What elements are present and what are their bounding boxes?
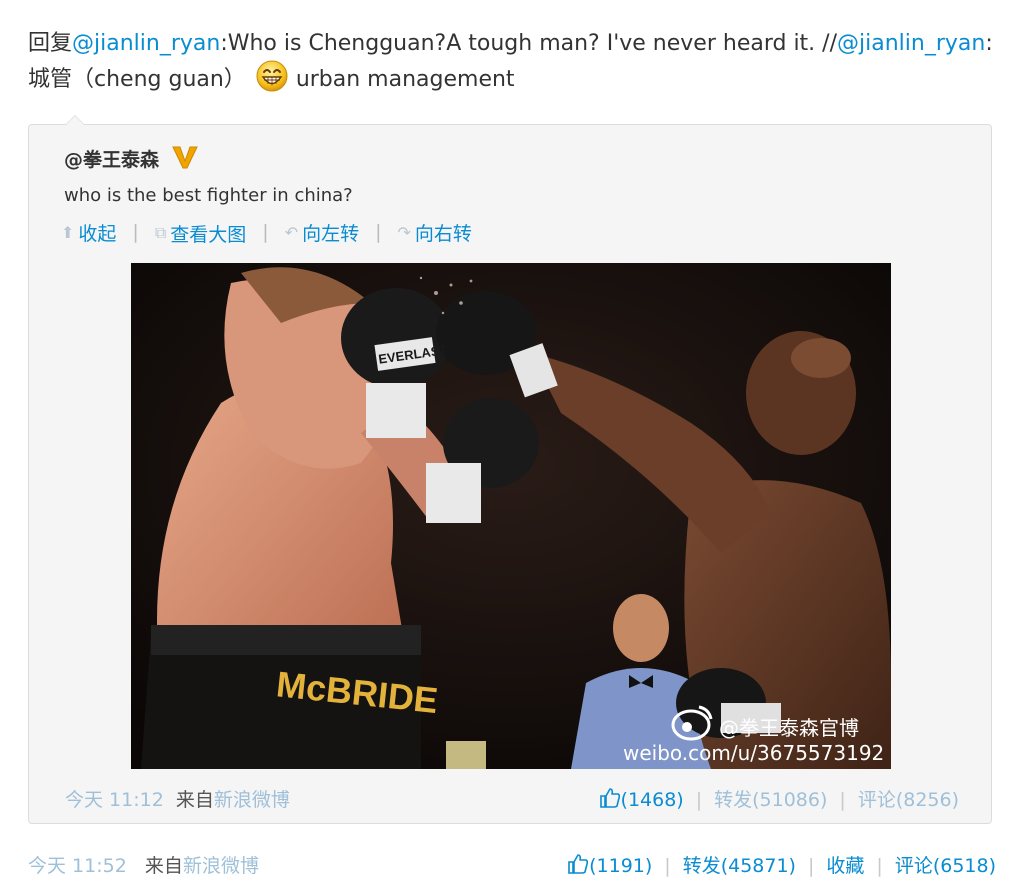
from-label: 来自 — [175, 789, 214, 811]
favorite-link[interactable]: 收藏 — [826, 855, 864, 877]
source-link[interactable]: 新浪微博 — [183, 855, 259, 877]
post-text-line-2: 城管（cheng guan） urban management — [28, 60, 1003, 96]
rotate-left-button[interactable]: ↶ 向左转 — [285, 219, 359, 246]
post-body-text: 城管（cheng guan） — [28, 67, 246, 92]
post-text: 回复@jianlin_ryan:Who is Chengguan?A tough… — [28, 28, 1003, 96]
watermark-name: @拳王泰森官博 — [719, 716, 859, 740]
rotate-right-label: 向右转 — [414, 223, 472, 245]
grinning-face-emoji-icon — [256, 60, 288, 92]
verified-badge-icon[interactable] — [171, 143, 199, 171]
divider: | — [807, 855, 815, 877]
post-body-text: : — [985, 31, 993, 56]
post-body-text: urban management — [295, 67, 515, 92]
divider: | — [876, 855, 883, 877]
comment-link[interactable]: 评论(6518) — [895, 855, 996, 877]
post-timestamp-link[interactable]: 今天 11:52 — [28, 855, 127, 877]
divider: | — [132, 221, 139, 243]
post-image[interactable]: McBRIDE EVERLAST @拳王泰森官博 weibo.com/u/367… — [131, 263, 891, 769]
arrow-up-icon: ⬆ — [61, 223, 75, 242]
source-link[interactable]: 新浪微博 — [214, 789, 290, 811]
quoted-post: @拳王泰森 who is the best fighter in china? … — [28, 115, 992, 824]
collapse-button[interactable]: ⬆ 收起 — [61, 219, 116, 246]
quoted-repost-link[interactable]: 转发(51086) — [714, 789, 827, 811]
rotate-left-label: 向左转 — [302, 223, 360, 245]
post-body-text: :Who is Chengguan?A tough man? I've neve… — [220, 31, 837, 56]
view-large-label: 查看大图 — [170, 223, 247, 246]
rotate-right-icon: ↷ — [397, 223, 411, 242]
post-meta: 今天 11:52 来自新浪微博 — [28, 851, 259, 878]
watermark-url: weibo.com/u/3675573192 — [623, 741, 884, 765]
post-actions: (1191) | 转发(45871) | 收藏 | 评论(6518) — [567, 851, 996, 878]
reply-prefix: 回复 — [28, 31, 73, 56]
post-text-line-1: 回复@jianlin_ryan:Who is Chengguan?A tough… — [28, 28, 1003, 60]
mention-link[interactable]: @jianlin_ryan — [837, 31, 985, 56]
rotate-right-button[interactable]: ↷ 向右转 — [398, 219, 472, 246]
quoted-post-actions: (1468) | 转发(51086) | 评论(8256) — [599, 785, 959, 812]
mention-link[interactable]: @jianlin_ryan — [72, 31, 220, 56]
like-button[interactable]: (1191) — [567, 853, 653, 877]
repost-link[interactable]: 转发(45871) — [683, 855, 796, 877]
thumbs-up-icon — [567, 853, 589, 875]
like-count: (1191) — [589, 855, 653, 877]
divider: | — [375, 221, 382, 243]
quoted-like-count: (1468) — [620, 789, 684, 811]
quoted-like-button[interactable]: (1468) — [599, 787, 684, 811]
divider: | — [839, 789, 846, 811]
quoted-post-meta: 今天 11:12 来自新浪微博 — [65, 785, 290, 812]
collapse-label: 收起 — [78, 223, 117, 245]
view-large-image-button[interactable]: ⧉ 查看大图 — [155, 220, 246, 247]
image-toolbar: ⬆ 收起 | ⧉ 查看大图 | ↶ 向左转 | ↷ 向右转 — [61, 219, 472, 247]
quote-pointer-arrow — [65, 115, 85, 125]
divider: | — [262, 221, 269, 243]
quoted-comment-link[interactable]: 评论(8256) — [858, 789, 959, 811]
quoted-timestamp-link[interactable]: 今天 11:12 — [65, 789, 164, 811]
thumbs-up-icon — [599, 787, 621, 809]
boxing-photo: McBRIDE EVERLAST @拳王泰森官博 weibo.com/u/367… — [131, 263, 891, 769]
divider: | — [695, 789, 703, 811]
external-image-icon: ⧉ — [154, 223, 167, 242]
from-label: 来自 — [144, 855, 183, 877]
original-author-link[interactable]: @拳王泰森 — [64, 145, 159, 172]
divider: | — [664, 855, 671, 877]
original-post-text: who is the best fighter in china? — [64, 185, 353, 206]
rotate-left-icon: ↶ — [284, 223, 299, 242]
